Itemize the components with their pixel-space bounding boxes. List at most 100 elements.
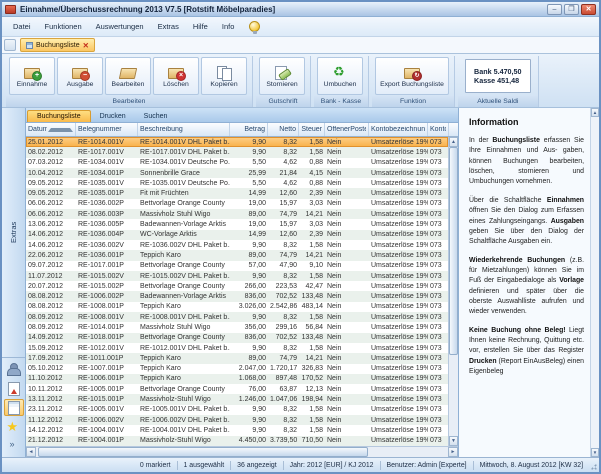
info-scroll-track[interactable]	[591, 117, 599, 448]
horizontal-scroll-thumb[interactable]	[38, 447, 368, 457]
cell-kontobezeichnung: Umsatzerlöse 19%	[369, 385, 428, 394]
expand-dock-button[interactable]	[4, 437, 24, 454]
tip-bulb-icon[interactable]	[249, 21, 260, 32]
stornieren-button[interactable]: Stornieren	[259, 57, 305, 95]
cell-netto: 1.047,06	[268, 395, 299, 404]
table-row[interactable]: 08.02.2012RE-1017.001VRE-1017.001V DHL P…	[26, 147, 448, 157]
cell-beschreibung: RE-1006.002V DHL Paket b...	[138, 416, 230, 425]
vertical-scroll-track[interactable]	[449, 147, 458, 436]
table-row[interactable]: 06.06.2012RE-1036.003PMassivholz Stuhl W…	[26, 209, 448, 219]
table-row[interactable]: 20.07.2012RE-1015.002PBettvorlage Orange…	[26, 281, 448, 291]
table-row[interactable]: 06.06.2012RE-1036.002PBettvorlage Orange…	[26, 199, 448, 209]
cell-steuer: 14,21	[299, 210, 325, 219]
info-scroll-up-icon[interactable]: ▲	[591, 108, 599, 117]
table-row[interactable]: 11.07.2012RE-1015.002VRE-1015.002V DHL P…	[26, 271, 448, 281]
menu-item-datei[interactable]: Datei	[6, 19, 38, 34]
cell-steuer: 3,03	[299, 199, 325, 208]
extras-dock-label[interactable]: Extras	[9, 108, 18, 357]
scroll-down-icon[interactable]: ▼	[449, 436, 458, 446]
column-header-datum[interactable]: Datum	[26, 123, 76, 136]
cell-steuer: 1,58	[299, 416, 325, 425]
column-header-kontobezeichnung[interactable]: Kontobezeichnung	[369, 123, 428, 136]
table-row[interactable]: 08.08.2012RE-1006.002PBadewannen-Vorlage…	[26, 291, 448, 301]
close-button[interactable]: ✕	[581, 4, 596, 15]
saldo-box: Bank 5.470,50Kasse 451,48	[465, 59, 531, 93]
table-row[interactable]: 09.05.2012RE-1035.001PFit mit Früchten14…	[26, 188, 448, 198]
dock-icons	[2, 357, 25, 457]
table-row[interactable]: 17.09.2012RE-1011.001PTeppich Karo89,007…	[26, 353, 448, 363]
table-row[interactable]: 08.09.2012RE-1014.001PMassivholz Stuhl W…	[26, 322, 448, 332]
resize-grip[interactable]	[590, 463, 598, 471]
table-row[interactable]: 10.04.2012RE-1034.001PSonnenbrille Grace…	[26, 168, 448, 178]
table-row[interactable]: 09.07.2012RE-1017.001PBettvorlage Orange…	[26, 261, 448, 271]
table-row[interactable]: 11.10.2012RE-1006.001PTeppich Karo1.068,…	[26, 374, 448, 384]
minimize-button[interactable]: –	[547, 4, 562, 15]
table-row[interactable]: 08.08.2012RE-1008.001PTeppich Karo3.026,…	[26, 302, 448, 312]
table-row-selected[interactable]: 25.01.2012RE-1014.001VRE-1014.001V DHL P…	[26, 137, 448, 147]
table-row[interactable]: 13.06.2012RE-1036.005PBadewannen-Vorlage…	[26, 219, 448, 229]
table-row[interactable]: 15.09.2012RE-1012.001VRE-1012.001V DHL P…	[26, 343, 448, 353]
subtab-drucken[interactable]: Drucken	[91, 111, 135, 122]
umbuchen-button[interactable]: Umbuchen	[317, 57, 363, 95]
column-header-betrag[interactable]: Betrag	[230, 123, 268, 136]
table-row[interactable]: 09.05.2012RE-1035.001VRE-1035.001V Deuts…	[26, 178, 448, 188]
horizontal-scrollbar[interactable]: ◄ ►	[26, 446, 458, 457]
cell-beschreibung: Bettvorlage Orange County	[138, 385, 230, 394]
einnahme-button[interactable]: Einnahme	[9, 57, 55, 95]
column-header-steuer[interactable]: Steuer	[299, 123, 325, 136]
table-row[interactable]: 14.06.2012RE-1036.002VRE-1036.002V DHL P…	[26, 240, 448, 250]
menu-item-auswertungen[interactable]: Auswertungen	[89, 19, 151, 34]
kopieren-button[interactable]: Kopieren	[201, 57, 247, 95]
report-icon-button[interactable]	[4, 380, 24, 397]
vertical-scroll-thumb[interactable]	[449, 147, 458, 355]
table-row[interactable]: 23.11.2012RE-1005.001VRE-1005.001V DHL P…	[26, 405, 448, 415]
info-scrollbar[interactable]: ▲ ▼	[590, 108, 599, 457]
cell-netto: 702,52	[268, 333, 299, 342]
table-row[interactable]: 21.12.2012RE-1004.001PMassivholz-Stuhl W…	[26, 436, 448, 446]
loeschen-button[interactable]: Löschen	[153, 57, 199, 95]
table-row[interactable]: 14.06.2012RE-1036.004PWC-Vorlage Arktis1…	[26, 230, 448, 240]
cell-netto: 47,90	[268, 261, 299, 270]
subtab-suchen[interactable]: Suchen	[135, 111, 177, 122]
table-row[interactable]: 07.03.2012RE-1034.001VRE-1034.001V Deuts…	[26, 158, 448, 168]
bearbeiten-button[interactable]: Bearbeiten	[105, 57, 151, 95]
cell-konto: 073	[428, 385, 449, 394]
ausgabe-button[interactable]: Ausgabe	[57, 57, 103, 95]
export-buchungsliste-button[interactable]: Export Buchungsliste	[375, 57, 449, 95]
menu-item-info[interactable]: Info	[215, 19, 242, 34]
table-row[interactable]: 08.09.2012RE-1008.001VRE-1008.001V DHL P…	[26, 312, 448, 322]
cell-offenerposten: Nein	[325, 220, 369, 229]
menu-item-hilfe[interactable]: Hilfe	[186, 19, 215, 34]
table-row[interactable]: 10.11.2012RE-1005.001PBettvorlage Orange…	[26, 384, 448, 394]
table-row[interactable]: 14.09.2012RE-1018.001PBettvorlage Orange…	[26, 333, 448, 343]
column-header-offenerposten[interactable]: OffenerPosten	[325, 123, 369, 136]
subtab-buchungsliste[interactable]: Buchungsliste	[27, 110, 91, 122]
document-tab-buchungsliste[interactable]: Buchungsliste ✕	[20, 38, 95, 52]
table-row[interactable]: 13.11.2012RE-1015.001PMassivholz-Stuhl W…	[26, 394, 448, 404]
scroll-up-icon[interactable]: ▲	[449, 137, 458, 147]
table-row[interactable]: 14.12.2012RE-1004.001VRE-1004.001V DHL P…	[26, 425, 448, 435]
document-icon-button[interactable]	[4, 399, 24, 416]
column-header-netto[interactable]: Netto	[268, 123, 299, 136]
column-header-beschreibung[interactable]: Beschreibung	[138, 123, 230, 136]
cell-offenerposten: Nein	[325, 405, 369, 414]
cell-steuer: 1,58	[299, 344, 325, 353]
scroll-right-icon[interactable]: ►	[448, 447, 458, 457]
tab-close-icon[interactable]: ✕	[83, 42, 89, 49]
user-icon-button[interactable]	[4, 361, 24, 378]
table-row[interactable]: 22.06.2012RE-1036.001PTeppich Karo89,007…	[26, 250, 448, 260]
menu-item-funktionen[interactable]: Funktionen	[38, 19, 89, 34]
table-row[interactable]: 05.10.2012RE-1007.001PTeppich Karo2.047,…	[26, 364, 448, 374]
column-header-konto[interactable]: Konto	[428, 123, 449, 136]
tab-scroll-button[interactable]	[4, 39, 16, 51]
info-scroll-down-icon[interactable]: ▼	[591, 448, 599, 457]
menu-item-extras[interactable]: Extras	[151, 19, 186, 34]
horizontal-scroll-track[interactable]	[36, 447, 448, 457]
cell-datum: 23.11.2012	[26, 405, 76, 414]
table-row[interactable]: 11.12.2012RE-1006.002VRE-1006.002V DHL P…	[26, 415, 448, 425]
scroll-left-icon[interactable]: ◄	[26, 447, 36, 457]
star-icon-button[interactable]	[4, 418, 24, 435]
column-header-belegnummer[interactable]: Belegnummer	[76, 123, 138, 136]
vertical-scrollbar[interactable]: ▲ ▼	[448, 137, 458, 446]
maximize-button[interactable]: ❐	[564, 4, 579, 15]
